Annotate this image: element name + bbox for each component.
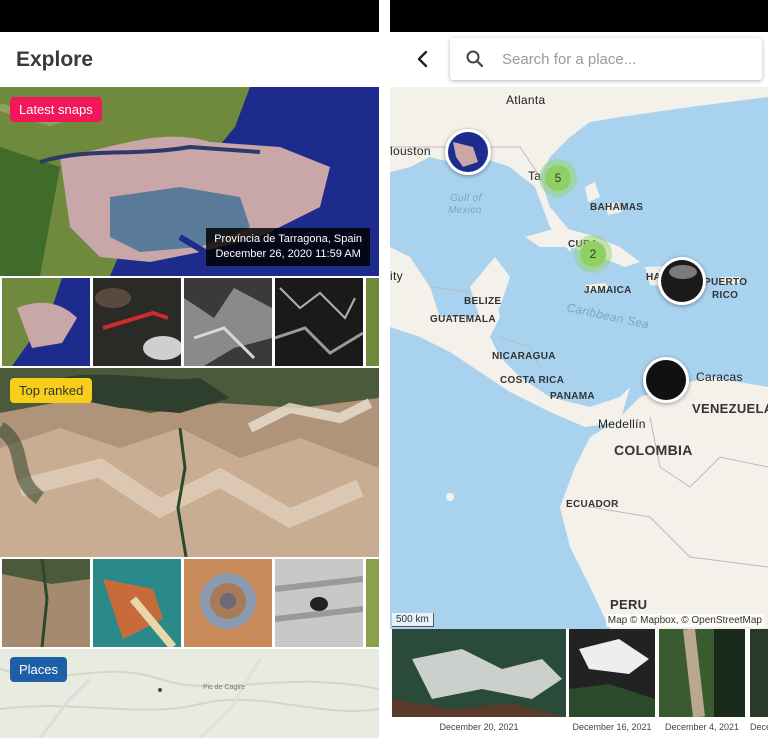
map-label-nicaragua: NICARAGUA bbox=[492, 351, 556, 362]
top-ranked-label: Top ranked bbox=[19, 383, 84, 398]
map-view[interactable]: Atlanta louston Ta Gulf of Mexico BAHAMA… bbox=[390, 87, 768, 629]
map-topbar bbox=[390, 32, 768, 87]
map-label-belize: BELIZE bbox=[464, 296, 502, 307]
map-cluster[interactable]: 5 bbox=[539, 159, 577, 197]
map-photo-marker[interactable] bbox=[658, 257, 706, 305]
map-label-gulf-2: Mexico bbox=[448, 205, 482, 216]
thumbnail[interactable] bbox=[2, 278, 90, 366]
map-label-colombia: COLOMBIA bbox=[614, 442, 693, 458]
status-bar bbox=[0, 0, 379, 32]
cluster-count: 2 bbox=[580, 241, 606, 267]
map-label-panama: PANAMA bbox=[550, 391, 595, 402]
map-label-puerto: PUERTO bbox=[704, 277, 748, 288]
top-ranked-hero-image[interactable]: Top ranked bbox=[0, 368, 379, 557]
strip-item[interactable]: December 20, 2021 bbox=[392, 629, 566, 732]
thumbnail[interactable] bbox=[366, 559, 379, 647]
search-box[interactable] bbox=[450, 38, 762, 80]
map-label-houston: louston bbox=[390, 144, 431, 158]
map-scale: 500 km bbox=[392, 613, 434, 627]
explore-screen: Explore Latest snaps Província de Tarrag… bbox=[0, 0, 379, 738]
map-label-ecuador: ECUADOR bbox=[566, 499, 619, 510]
map-label-rico: RICO bbox=[712, 290, 739, 301]
strip-date: Dece bbox=[750, 722, 768, 732]
strip-item[interactable]: December 16, 2021 bbox=[569, 629, 655, 732]
strip-image bbox=[569, 629, 655, 717]
latest-snaps-label: Latest snaps bbox=[19, 102, 93, 117]
map-peak-label: Pic de Cagire bbox=[203, 684, 246, 691]
map-label-medellin: Medellín bbox=[598, 417, 646, 431]
places-label: Places bbox=[19, 662, 59, 677]
status-bar bbox=[390, 0, 768, 32]
map-label-jamaica: JAMAICA bbox=[584, 285, 632, 296]
panel-divider bbox=[379, 0, 390, 738]
places-tag: Places bbox=[10, 657, 68, 682]
map-label-guatemala: GUATEMALA bbox=[430, 314, 496, 325]
map-screen: Atlanta louston Ta Gulf of Mexico BAHAMA… bbox=[390, 0, 768, 738]
chevron-left-icon bbox=[417, 50, 428, 68]
search-input[interactable] bbox=[502, 46, 752, 72]
page-title: Explore bbox=[16, 48, 94, 71]
hero-caption: Província de Tarragona, Spain December 2… bbox=[206, 228, 370, 266]
strip-image bbox=[659, 629, 745, 717]
hero-caption-place: Província de Tarragona, Spain bbox=[214, 233, 362, 245]
strip-date: December 20, 2021 bbox=[439, 722, 519, 732]
image-strip: December 20, 2021 December 16, 2021 Dece… bbox=[390, 629, 768, 738]
places-map-preview[interactable]: Places Pic de Cagire bbox=[0, 649, 379, 738]
thumbnail[interactable] bbox=[184, 278, 272, 366]
map-label-bahamas: BAHAMAS bbox=[590, 202, 644, 213]
map-photo-marker[interactable] bbox=[643, 357, 689, 403]
thumbnail[interactable] bbox=[275, 278, 363, 366]
thumbnail[interactable] bbox=[275, 559, 363, 647]
map-label-caracas: Caracas bbox=[696, 370, 743, 384]
strip-image bbox=[392, 629, 566, 717]
top-ranked-thumbnails bbox=[0, 559, 379, 647]
map-label-peru: PERU bbox=[610, 597, 648, 612]
thumbnail[interactable] bbox=[184, 559, 272, 647]
map-label-atlanta: Atlanta bbox=[506, 93, 546, 107]
map-label-gulf-1: Gulf of bbox=[450, 193, 482, 204]
map-cluster[interactable]: 2 bbox=[574, 235, 612, 273]
latest-snaps-thumbnails bbox=[0, 278, 379, 366]
map-attribution[interactable]: Map © Mapbox, © OpenStreetMap bbox=[605, 614, 764, 627]
strip-image bbox=[750, 629, 768, 717]
thumbnail[interactable] bbox=[2, 559, 90, 647]
thumbnail[interactable] bbox=[366, 278, 379, 366]
thumbnail[interactable] bbox=[93, 278, 181, 366]
back-button[interactable] bbox=[412, 47, 434, 71]
strip-date: December 4, 2021 bbox=[664, 722, 740, 732]
map-label-city: ity bbox=[390, 269, 403, 283]
cluster-count: 5 bbox=[545, 165, 571, 191]
hero-caption-date: December 26, 2020 11:59 AM bbox=[215, 248, 361, 260]
strip-item[interactable]: Dece bbox=[750, 629, 768, 732]
strip-date: December 16, 2021 bbox=[572, 722, 652, 732]
latest-snap-hero-image[interactable]: Latest snaps Província de Tarragona, Spa… bbox=[0, 87, 379, 276]
search-icon bbox=[466, 50, 484, 68]
strip-item[interactable]: December 4, 2021 bbox=[659, 629, 745, 732]
map-label-costa-rica: COSTA RICA bbox=[500, 375, 565, 386]
top-ranked-tag: Top ranked bbox=[10, 378, 93, 403]
map-label-venezuela: VENEZUELA bbox=[692, 401, 768, 416]
map-photo-marker[interactable] bbox=[445, 129, 491, 175]
thumbnail[interactable] bbox=[93, 559, 181, 647]
latest-snaps-tag: Latest snaps bbox=[10, 97, 102, 122]
